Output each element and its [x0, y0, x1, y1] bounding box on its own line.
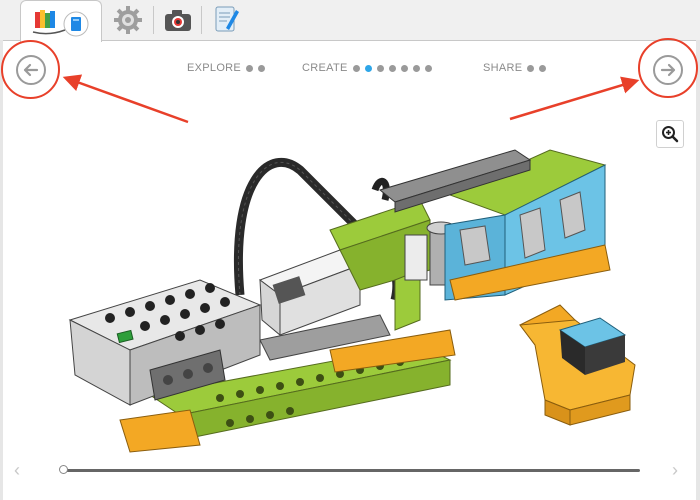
tab-projects[interactable] [20, 0, 102, 42]
annotation-arrow-back [62, 74, 189, 124]
document-icon [215, 6, 239, 32]
camera-icon [165, 10, 191, 31]
tab-gear[interactable] [105, 0, 151, 40]
step-dot[interactable] [246, 64, 254, 72]
frame-left-edge [0, 40, 3, 500]
magnifier-plus-icon [662, 126, 679, 143]
progress-steps: EXPLORE CREATE SHARE [0, 62, 700, 78]
step-dot[interactable] [376, 64, 384, 72]
timeline-handle[interactable] [59, 465, 68, 474]
toolbar-tabs [0, 0, 700, 42]
frame-right-edge [696, 40, 700, 500]
step-dot-current[interactable] [364, 64, 372, 72]
tab-document[interactable] [204, 0, 248, 40]
step-share[interactable]: SHARE [483, 62, 547, 74]
step-dot[interactable] [352, 64, 360, 72]
step-dot[interactable] [400, 64, 408, 72]
annotation-arrow-forward [509, 76, 640, 121]
tab-divider [153, 6, 154, 34]
step-create[interactable]: CREATE [302, 62, 432, 74]
step-share-label: SHARE [483, 62, 523, 74]
gear-icon [114, 6, 142, 34]
book-stack-icon [32, 9, 89, 36]
step-explore-label: EXPLORE [187, 62, 242, 74]
tab-camera[interactable] [156, 0, 200, 40]
timeline-track[interactable] [62, 469, 640, 472]
lego-model-illustration [68, 149, 636, 453]
step-dot[interactable] [527, 64, 535, 72]
step-create-label: CREATE [302, 62, 348, 74]
zoom-in-button[interactable] [656, 120, 684, 148]
step-dot[interactable] [258, 64, 266, 72]
scroll-right-icon[interactable]: › [672, 460, 678, 481]
scroll-left-icon[interactable]: ‹ [14, 460, 20, 481]
step-dot[interactable] [412, 64, 420, 72]
tab-divider [201, 6, 202, 34]
step-dot[interactable] [424, 64, 432, 72]
step-dot[interactable] [388, 64, 396, 72]
step-dot[interactable] [539, 64, 547, 72]
step-explore[interactable]: EXPLORE [187, 62, 266, 74]
